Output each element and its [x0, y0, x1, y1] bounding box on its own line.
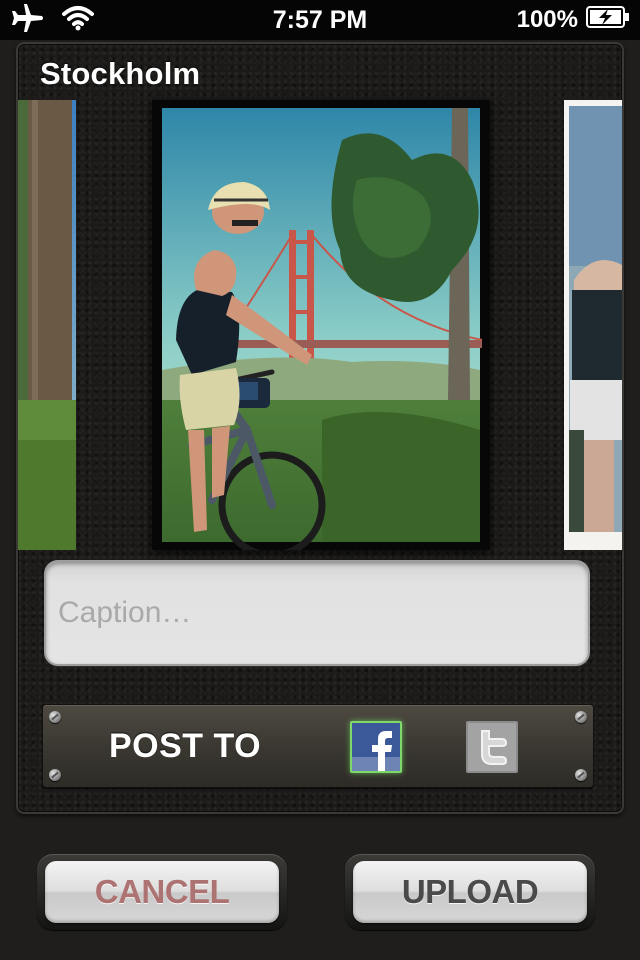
- previous-photo[interactable]: [18, 100, 76, 550]
- status-bar: 7:57 PM 100%: [0, 0, 640, 40]
- battery-percent: 100%: [516, 6, 578, 33]
- facebook-toggle[interactable]: [350, 721, 402, 773]
- post-to-label: POST TO: [109, 727, 262, 765]
- screw-icon: [575, 711, 587, 723]
- screw-icon: [49, 711, 61, 723]
- album-title: Stockholm: [40, 56, 201, 91]
- facebook-icon: [352, 723, 400, 771]
- screw-icon: [575, 769, 587, 781]
- status-right: 100%: [517, 0, 630, 40]
- post-to-bar: POST TO: [42, 704, 594, 788]
- next-photo[interactable]: [564, 100, 622, 550]
- cancel-button-bezel: CANCEL: [37, 854, 287, 930]
- battery-charging-icon: [586, 5, 630, 35]
- twitter-icon: [468, 723, 516, 771]
- caption-input[interactable]: [44, 560, 590, 666]
- upload-button-bezel: UPLOAD: [345, 854, 595, 930]
- upload-button[interactable]: UPLOAD: [353, 861, 587, 923]
- screw-icon: [49, 769, 61, 781]
- twitter-toggle[interactable]: [466, 721, 518, 773]
- photo-panel: Stockholm Caption… POST TO: [16, 42, 624, 814]
- cancel-button[interactable]: CANCEL: [45, 861, 279, 923]
- current-photo[interactable]: [152, 100, 490, 550]
